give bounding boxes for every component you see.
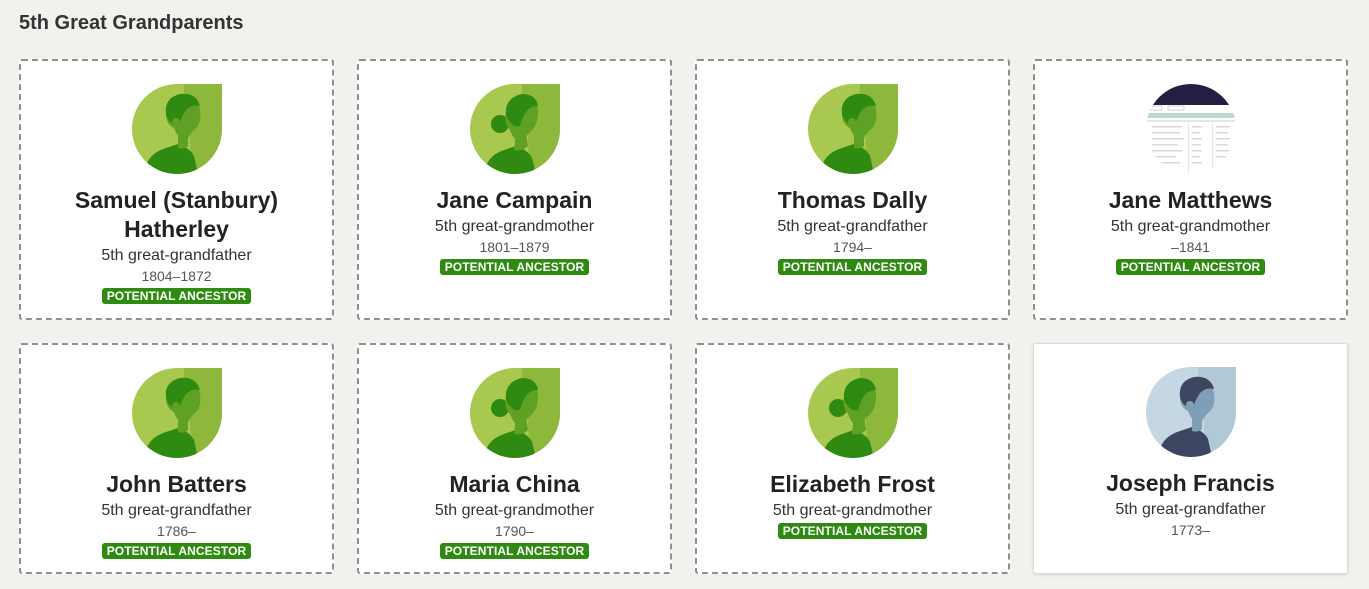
ancestor-name: Thomas Dally [777, 187, 928, 213]
ancestor-relation: 5th great-grandfather [1115, 501, 1266, 518]
ancestor-relation: 5th great-grandfather [101, 247, 252, 264]
potential-ancestor-badge: POTENTIAL ANCESTOR [1115, 259, 1266, 275]
female-silhouette-icon [469, 368, 560, 458]
ancestor-card[interactable]: Maria China 5th great-grandmother 1790– … [357, 343, 672, 574]
ancestor-grid: Samuel (Stanbury) Hatherley 5th great-gr… [19, 59, 1348, 574]
ancestor-relation: 5th great-grandfather [777, 218, 928, 235]
ancestor-relation: 5th great-grandmother [1110, 218, 1271, 235]
ancestor-dates: 1773– [1171, 522, 1210, 538]
ancestor-relation: 5th great-grandmother [772, 502, 933, 519]
ancestor-card[interactable]: Elizabeth Frost 5th great-grandmother PO… [695, 343, 1010, 574]
ancestor-dates: –1841 [1171, 239, 1210, 255]
ancestor-relation: 5th great-grandfather [101, 502, 252, 519]
ancestor-name: John Batters [106, 471, 247, 497]
ancestors-page: 5th Great Grandparents Samuel (Stanbury)… [0, 0, 1369, 589]
ancestor-card[interactable]: Thomas Dally 5th great-grandfather 1794–… [695, 59, 1010, 320]
ancestor-name: Jane Campain [436, 187, 593, 213]
female-silhouette-icon [807, 368, 898, 458]
ancestor-name: Elizabeth Frost [770, 471, 935, 497]
section-title: 5th Great Grandparents [19, 12, 244, 34]
ancestor-card[interactable]: Joseph Francis 5th great-grandfather 177… [1033, 343, 1348, 574]
ancestor-name: Maria China [449, 471, 580, 497]
potential-ancestor-badge: POTENTIAL ANCESTOR [439, 259, 590, 275]
potential-ancestor-badge: POTENTIAL ANCESTOR [777, 523, 928, 539]
ancestor-card[interactable]: Jane Matthews 5th great-grandmother –184… [1033, 59, 1348, 320]
ancestor-card[interactable]: Samuel (Stanbury) Hatherley 5th great-gr… [19, 59, 334, 320]
ancestor-card[interactable]: Jane Campain 5th great-grandmother 1801–… [357, 59, 672, 320]
ancestor-card[interactable]: John Batters 5th great-grandfather 1786–… [19, 343, 334, 574]
potential-ancestor-badge: POTENTIAL ANCESTOR [101, 543, 252, 559]
ancestor-dates: 1804–1872 [141, 268, 212, 284]
ancestor-dates: 1790– [495, 523, 534, 539]
ancestor-name: Jane Matthews [1108, 187, 1273, 213]
ancestor-dates: 1801–1879 [479, 239, 550, 255]
male-silhouette-icon [131, 368, 222, 458]
male-silhouette-icon [131, 84, 222, 174]
potential-ancestor-badge: POTENTIAL ANCESTOR [101, 288, 252, 304]
ancestor-dates: 1794– [833, 239, 872, 255]
male-silhouette-icon [807, 84, 898, 174]
ancestor-name: Samuel (Stanbury) Hatherley [74, 187, 279, 242]
ancestor-relation: 5th great-grandmother [434, 218, 595, 235]
male-silhouette-blue-icon [1145, 367, 1236, 457]
ancestor-dates: 1786– [157, 523, 196, 539]
document-photo [1145, 84, 1236, 174]
female-silhouette-icon [469, 84, 560, 174]
ancestor-name: Joseph Francis [1106, 470, 1275, 496]
ancestor-relation: 5th great-grandmother [434, 502, 595, 519]
potential-ancestor-badge: POTENTIAL ANCESTOR [439, 543, 590, 559]
potential-ancestor-badge: POTENTIAL ANCESTOR [777, 259, 928, 275]
